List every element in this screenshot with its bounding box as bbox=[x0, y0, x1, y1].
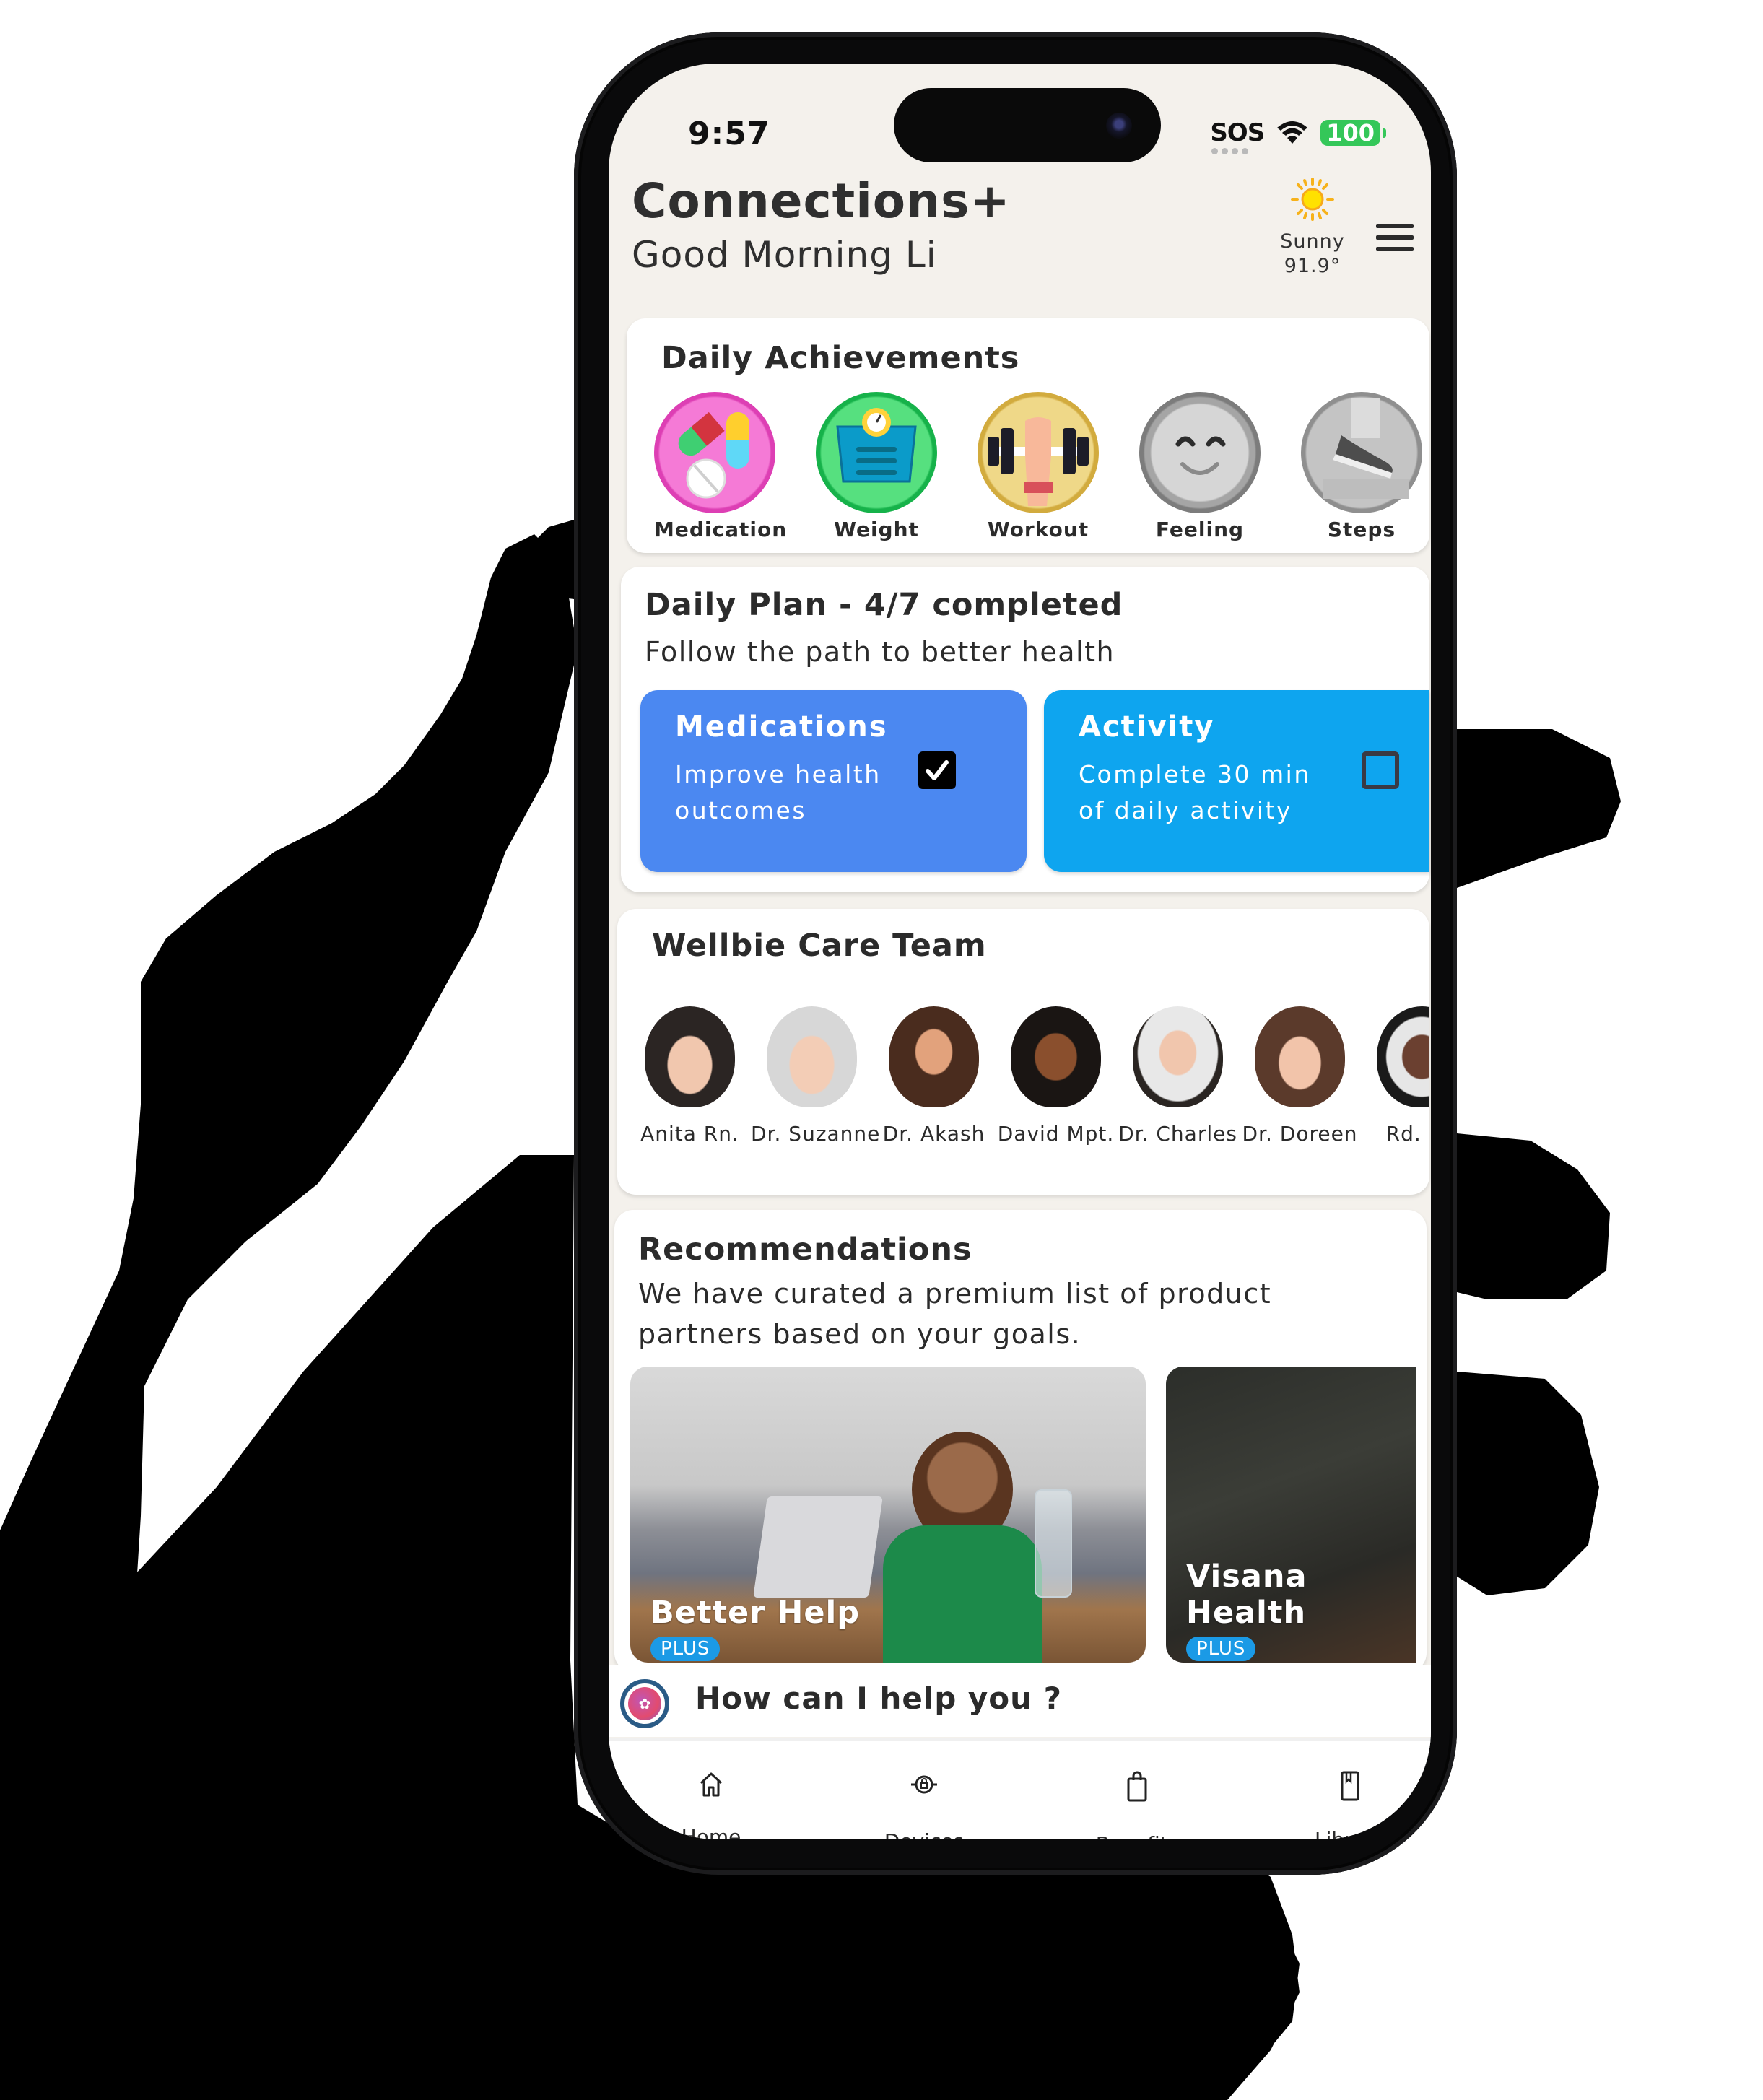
recommendation-visana-health[interactable]: Visana Health PLUS bbox=[1166, 1367, 1416, 1663]
sos-indicator: SOS bbox=[1210, 121, 1265, 154]
care-team-member[interactable]: Dr. Akash bbox=[873, 1006, 995, 1146]
shopping-bag-icon bbox=[1127, 1771, 1147, 1802]
weather-temperature: 91.9° bbox=[1284, 255, 1341, 277]
battery-indicator: 100 bbox=[1320, 120, 1386, 146]
avatar bbox=[1133, 1006, 1223, 1107]
recommendations-title: Recommendations bbox=[638, 1232, 972, 1268]
plus-badge: PLUS bbox=[650, 1637, 721, 1661]
achievements-title: Daily Achievements bbox=[661, 340, 1020, 376]
ai-assistant-icon[interactable]: ✿ bbox=[620, 1679, 669, 1728]
avatar bbox=[1011, 1006, 1101, 1107]
recommendations-card: Recommendations We have curated a premiu… bbox=[614, 1210, 1427, 1672]
bottom-navigation: Home Devices Benefits Library bbox=[609, 1741, 1431, 1839]
nav-devices[interactable]: Devices bbox=[852, 1770, 996, 1839]
app-title: Connections+ bbox=[632, 173, 1011, 229]
plan-task-activity[interactable]: Activity Complete 30 min of daily activi… bbox=[1044, 690, 1429, 872]
avatar bbox=[1377, 1006, 1429, 1107]
nav-home[interactable]: Home bbox=[639, 1770, 783, 1839]
smiley-icon bbox=[1139, 392, 1261, 513]
weather-widget[interactable]: Sunny 91.9° bbox=[1273, 178, 1352, 279]
greeting-text: Good Morning Li bbox=[632, 234, 937, 276]
checkmark-icon bbox=[926, 760, 949, 780]
achievement-medication[interactable]: Medication bbox=[654, 392, 786, 541]
care-team-member[interactable]: Rd. Da bbox=[1361, 1006, 1429, 1146]
recommendation-better-help[interactable]: Better Help PLUS bbox=[630, 1367, 1146, 1663]
weather-condition: Sunny bbox=[1280, 230, 1345, 253]
care-team-card: Wellbie Care Team Anita Rn. Dr. Suzanne … bbox=[617, 909, 1429, 1195]
plan-task-medications[interactable]: Medications Improve health outcomes bbox=[640, 690, 1027, 872]
checkbox-unchecked[interactable] bbox=[1362, 751, 1399, 789]
shoe-icon bbox=[1301, 392, 1422, 513]
assistant-prompt[interactable]: How can I help you ? bbox=[695, 1681, 1062, 1716]
care-team-list[interactable]: Anita Rn. Dr. Suzanne Dr. Akash David Mp… bbox=[629, 1006, 1429, 1146]
care-team-member[interactable]: Anita Rn. bbox=[629, 1006, 751, 1146]
avatar bbox=[645, 1006, 735, 1107]
daily-plan-title: Daily Plan - 4/7 completed bbox=[645, 587, 1123, 623]
daily-achievements-card: Daily Achievements Medication Weight Wor… bbox=[627, 318, 1429, 553]
avatar bbox=[767, 1006, 857, 1107]
laptop-shape bbox=[753, 1496, 883, 1598]
pills-icon bbox=[654, 392, 775, 513]
devices-icon bbox=[911, 1775, 937, 1794]
daily-plan-card: Daily Plan - 4/7 completed Follow the pa… bbox=[621, 567, 1429, 892]
status-time: 9:57 bbox=[688, 116, 770, 152]
care-team-member[interactable]: Dr. Charles bbox=[1117, 1006, 1239, 1146]
plus-badge: PLUS bbox=[1186, 1637, 1256, 1661]
care-team-member[interactable]: Dr. Suzanne bbox=[751, 1006, 879, 1146]
achievement-feeling[interactable]: Feeling bbox=[1139, 392, 1261, 541]
achievement-workout[interactable]: Workout bbox=[978, 392, 1099, 541]
status-icons: SOS 100 bbox=[1210, 120, 1386, 154]
camera-icon bbox=[1106, 113, 1132, 139]
daily-plan-subtitle: Follow the path to better health bbox=[645, 636, 1115, 668]
checkbox-checked[interactable] bbox=[918, 751, 956, 789]
achievement-steps[interactable]: Steps bbox=[1301, 392, 1422, 541]
achievement-weight[interactable]: Weight bbox=[816, 392, 937, 541]
home-icon bbox=[700, 1772, 723, 1797]
care-team-member[interactable]: David Mpt. bbox=[995, 1006, 1117, 1146]
book-icon bbox=[1341, 1771, 1359, 1801]
recommendations-subtitle: We have curated a premium list of produc… bbox=[638, 1278, 1272, 1350]
care-team-title: Wellbie Care Team bbox=[652, 928, 987, 964]
sun-icon bbox=[1291, 178, 1334, 221]
signal-dots-icon bbox=[1211, 148, 1249, 154]
nav-benefits[interactable]: Benefits bbox=[1065, 1770, 1209, 1839]
nav-library[interactable]: Library bbox=[1278, 1770, 1422, 1839]
app-screen: 9:57 SOS 100 Connections+ Good Morning L… bbox=[609, 64, 1431, 1839]
wifi-icon bbox=[1277, 121, 1308, 144]
scale-icon bbox=[816, 392, 937, 513]
avatar bbox=[1255, 1006, 1345, 1107]
dynamic-island bbox=[894, 88, 1161, 162]
assistant-bar[interactable]: ✿ How can I help you ? bbox=[609, 1665, 1431, 1737]
care-team-member[interactable]: Dr. Doreen bbox=[1239, 1006, 1361, 1146]
avatar bbox=[889, 1006, 979, 1107]
partner-photo-shirt bbox=[883, 1525, 1042, 1663]
dumbbell-icon bbox=[978, 392, 1099, 513]
hamburger-menu-icon[interactable] bbox=[1376, 224, 1414, 251]
bottle-shape bbox=[1035, 1489, 1072, 1598]
